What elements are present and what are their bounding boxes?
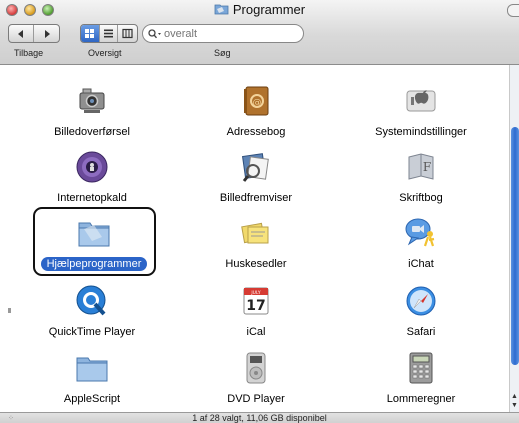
window-title-container: Programmer bbox=[0, 2, 519, 17]
app-label: Billedoverførsel bbox=[54, 126, 130, 138]
system-preferences-icon bbox=[406, 90, 436, 112]
stickies-icon bbox=[241, 222, 269, 244]
toolbar bbox=[0, 24, 519, 46]
view-mode-control bbox=[80, 24, 138, 43]
app-label: AppleScript bbox=[63, 393, 121, 405]
column-view-icon bbox=[122, 28, 133, 39]
safari-icon bbox=[406, 286, 436, 316]
title-bar[interactable]: Programmer overalt Tilbage Oversigt Søg bbox=[0, 0, 519, 65]
app-label: DVD Player bbox=[227, 393, 285, 405]
app-item-skriftbog[interactable]: F Skriftbog bbox=[341, 139, 501, 213]
app-label: Adressebog bbox=[226, 126, 286, 138]
app-label: Skriftbog bbox=[399, 192, 443, 204]
icon-view-button[interactable] bbox=[81, 25, 100, 42]
forward-arrow-icon bbox=[44, 29, 50, 38]
vertical-scrollbar[interactable]: ▲ ▼ bbox=[509, 65, 519, 412]
grip-icon: ⁘ bbox=[8, 415, 14, 422]
calculator-icon bbox=[409, 352, 433, 384]
app-item-applescript[interactable]: AppleScript bbox=[12, 340, 172, 414]
app-label: Systemindstillinger bbox=[375, 126, 467, 138]
back-arrow-icon bbox=[18, 29, 23, 38]
scroll-thumb[interactable] bbox=[511, 127, 519, 365]
calendar-month: JULY bbox=[250, 290, 261, 296]
search-input[interactable] bbox=[164, 27, 284, 40]
window-edge-handle bbox=[8, 308, 11, 313]
view-label: Oversigt bbox=[88, 48, 122, 58]
search-label: Søg bbox=[214, 48, 231, 58]
toolbar-labels: Tilbage Oversigt Søg bbox=[0, 48, 519, 60]
folder-icon bbox=[214, 4, 229, 15]
app-label: QuickTime Player bbox=[48, 326, 136, 338]
app-item-dvd-player[interactable]: DVD Player bbox=[176, 340, 336, 414]
app-label: iChat bbox=[408, 258, 434, 270]
svg-text:@: @ bbox=[253, 98, 262, 108]
app-item-huskesedler[interactable]: Huskesedler bbox=[176, 205, 336, 279]
search-field[interactable] bbox=[142, 24, 304, 43]
preview-icon bbox=[242, 153, 269, 182]
back-forward-control bbox=[8, 24, 60, 43]
app-item-adressebog[interactable]: @ Adressebog bbox=[176, 73, 336, 147]
app-item-quicktime-player[interactable]: QuickTime Player bbox=[12, 273, 172, 347]
ichat-icon bbox=[405, 218, 435, 247]
app-item-lommeregner[interactable]: Lommeregner bbox=[341, 340, 501, 414]
app-label: Lommeregner bbox=[386, 393, 456, 405]
column-view-button[interactable] bbox=[118, 25, 137, 42]
toolbar-toggle-button[interactable] bbox=[507, 4, 519, 17]
svg-text:F: F bbox=[423, 160, 431, 174]
back-label: Tilbage bbox=[14, 48, 44, 58]
icon-view-icon bbox=[85, 29, 95, 38]
font-book-icon: F bbox=[408, 153, 434, 180]
app-label: iCal bbox=[246, 326, 266, 338]
app-item-internetopkald[interactable]: Internetopkald bbox=[12, 139, 172, 213]
app-item-systemindstillinger[interactable]: Systemindstillinger bbox=[341, 73, 501, 147]
address-book-icon: @ bbox=[244, 86, 269, 116]
app-label: Billedfremviser bbox=[219, 192, 293, 204]
forward-button[interactable] bbox=[34, 25, 59, 42]
app-item-billedoverforsel[interactable]: Billedoverførsel bbox=[12, 73, 172, 147]
back-button[interactable] bbox=[9, 25, 35, 42]
app-label: Internetopkald bbox=[57, 192, 127, 204]
app-label: Safari bbox=[406, 326, 436, 338]
app-item-safari[interactable]: Safari bbox=[341, 273, 501, 347]
app-item-billedfremviser[interactable]: Billedfremviser bbox=[176, 139, 336, 213]
internet-connect-icon bbox=[76, 151, 108, 183]
quicktime-icon bbox=[76, 285, 106, 316]
app-label: Huskesedler bbox=[225, 258, 287, 270]
ical-icon: JULY 17 bbox=[243, 287, 269, 315]
dvd-player-icon bbox=[246, 352, 266, 384]
scroll-down-arrow-icon[interactable]: ▼ bbox=[510, 401, 519, 410]
list-view-icon bbox=[104, 29, 113, 38]
window-title: Programmer bbox=[232, 2, 306, 17]
applescript-folder-icon bbox=[76, 357, 108, 382]
status-text: 1 af 28 valgt, 11,06 GB disponibel bbox=[192, 413, 327, 423]
app-item-ical[interactable]: JULY 17 iCal bbox=[176, 273, 336, 347]
scroll-up-arrow-icon[interactable]: ▲ bbox=[510, 392, 519, 401]
image-capture-icon bbox=[79, 88, 105, 113]
app-item-ichat[interactable]: iChat bbox=[341, 205, 501, 279]
list-view-button[interactable] bbox=[100, 25, 119, 42]
calendar-day: 17 bbox=[246, 298, 265, 314]
selection-callout bbox=[33, 207, 156, 276]
status-bar: ⁘ 1 af 28 valgt, 11,06 GB disponibel bbox=[0, 412, 519, 423]
finder-window: Programmer overalt Tilbage Oversigt Søg … bbox=[0, 0, 519, 423]
search-icon bbox=[148, 28, 161, 38]
